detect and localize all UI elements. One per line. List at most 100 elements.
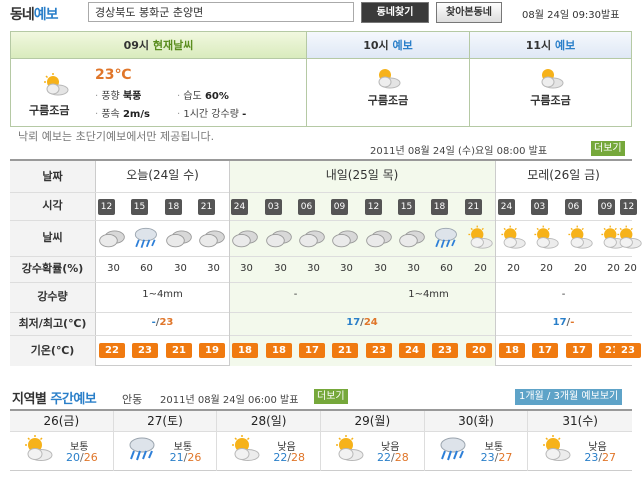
weekly-day: 28(일) 낮음 22/28 bbox=[217, 411, 321, 471]
weekly-more-button[interactable]: 더보기 bbox=[314, 389, 348, 404]
forecast-10h-condition: 구름조금 bbox=[367, 94, 409, 107]
partly-cloudy-icon bbox=[331, 435, 365, 463]
hour-badge: 09 bbox=[598, 199, 615, 215]
current-temperature: 23℃ bbox=[95, 67, 132, 83]
f10-label: 예보 bbox=[392, 39, 413, 52]
temperature-badge: 24 bbox=[399, 343, 425, 358]
precip-prob-cell: 30 bbox=[240, 263, 253, 274]
forecast-issued-time: 2011년 08월 24일 (수)요일 08:00 발표 bbox=[370, 146, 548, 157]
temperature-badge: 23 bbox=[366, 343, 392, 358]
temperature-badge: 21 bbox=[166, 343, 192, 358]
rain-icon bbox=[124, 435, 158, 463]
weekly-temps: 22/28 bbox=[377, 451, 409, 464]
temperature-badge: 18 bbox=[499, 343, 525, 358]
forecast-10h-header: 10시 예보 bbox=[307, 32, 469, 59]
precip-prob-cell: 30 bbox=[407, 263, 420, 274]
weekly-forecast: 26(금) 보통 20/26 27(토) 보통 21/26 28(일) 낮음 22/28 29(월… bbox=[10, 409, 632, 471]
weekly-min: 22 bbox=[377, 451, 391, 464]
temperature-badge: 20 bbox=[466, 343, 492, 358]
precip-prob-cell: 20 bbox=[574, 263, 587, 274]
location-input[interactable] bbox=[88, 2, 354, 22]
partly-cloudy-icon bbox=[497, 225, 530, 251]
temperature-badge: 21 bbox=[332, 343, 358, 358]
cloudy-icon bbox=[97, 225, 130, 251]
weekly-temps: 23/27 bbox=[584, 451, 617, 464]
temperature-badge: 19 bbox=[199, 343, 225, 358]
rain-icon bbox=[435, 435, 469, 463]
weekly-location[interactable]: 안동 bbox=[122, 391, 142, 407]
weekly-min: 20 bbox=[66, 451, 80, 464]
monthly-forecast-button[interactable]: 1개월 / 3개월 예보보기 bbox=[515, 389, 623, 405]
weekly-title-accent: 주간예보 bbox=[50, 392, 97, 407]
humidity-label: 습도 bbox=[183, 91, 202, 102]
cloudy-icon bbox=[330, 225, 363, 251]
partly-cloudy-icon bbox=[464, 225, 497, 251]
wind-speed: · 풍속 2m/s bbox=[95, 109, 150, 120]
partly-cloudy-icon bbox=[378, 69, 401, 89]
precip-amount-tomorrow-pm: 1~4mm bbox=[408, 289, 449, 300]
weekly-day-label: 30(화) bbox=[424, 411, 528, 432]
temperature-badge: 17 bbox=[566, 343, 592, 358]
precip-prob-cell: 60 bbox=[140, 263, 153, 274]
label-precip-prob: 강수확률(%) bbox=[10, 256, 96, 282]
partly-cloudy-icon bbox=[227, 435, 261, 463]
partly-cloudy-icon bbox=[564, 225, 597, 251]
hour-badge: 21 bbox=[198, 199, 215, 215]
weekly-max: 26 bbox=[187, 451, 202, 464]
temperature-badge: 23 bbox=[432, 343, 458, 358]
min-temp: 17 bbox=[552, 317, 567, 328]
weekly-day-label: 27(토) bbox=[113, 411, 217, 432]
temperature-badge: 23 bbox=[132, 343, 158, 358]
find-location-button[interactable]: 동네찾기 bbox=[361, 2, 429, 23]
forecast-11h-condition: 구름조금 bbox=[530, 94, 571, 107]
wind-direction: · 풍향 북풍 bbox=[95, 91, 142, 102]
humidity: · 습도 60% bbox=[177, 91, 229, 102]
current-label: 현재날씨 bbox=[152, 39, 194, 52]
hour-badge: 18 bbox=[165, 199, 182, 215]
weekly-title: 지역별 주간예보 bbox=[12, 388, 97, 407]
weekly-max: 26 bbox=[83, 451, 98, 464]
weekly-day: 26(금) 보통 20/26 bbox=[10, 411, 114, 471]
current-now-header: 09시 현재날씨 bbox=[11, 32, 306, 59]
brand-main: 동네 bbox=[10, 7, 35, 23]
hourly-rain-value: - bbox=[242, 109, 247, 120]
partly-cloudy-icon bbox=[44, 73, 69, 96]
viewed-locations-button[interactable]: 찾아본동네 bbox=[436, 2, 502, 23]
precip-amount-tomorrow-am: - bbox=[293, 289, 298, 300]
weekly-day: 31(수) 낮음 23/27 bbox=[528, 411, 632, 471]
temperature-badge: 22 bbox=[99, 343, 125, 358]
temperature-badge: 18 bbox=[266, 343, 292, 358]
precip-prob-cell: 30 bbox=[340, 263, 353, 274]
weekly-day-label: 28(일) bbox=[217, 411, 320, 432]
hour-badge: 06 bbox=[565, 199, 582, 215]
weekly-temps: 21/26 bbox=[169, 451, 202, 464]
precip-amount-day3: - bbox=[561, 289, 566, 300]
hour-badge: 03 bbox=[531, 199, 548, 215]
weekly-min: 22 bbox=[273, 451, 288, 464]
rain-icon bbox=[430, 225, 463, 251]
hour-badge: 21 bbox=[465, 199, 482, 215]
precip-prob-cell: 30 bbox=[174, 263, 187, 274]
label-weather: 날씨 bbox=[10, 220, 96, 256]
precip-prob-cell: 30 bbox=[274, 263, 287, 274]
minmax-day3: 17/- bbox=[552, 317, 575, 328]
f11-label: 예보 bbox=[555, 39, 576, 52]
precip-amount-today: 1~4mm bbox=[142, 289, 183, 300]
label-min-max: 최저/최고(℃) bbox=[10, 312, 96, 335]
more-button[interactable]: 더보기 bbox=[591, 141, 625, 156]
minmax-today: -/23 bbox=[151, 317, 174, 328]
label-precip-amount: 강수량 bbox=[10, 282, 96, 312]
max-temp: 23 bbox=[159, 317, 174, 328]
cloudy-icon bbox=[364, 225, 397, 251]
precip-prob-cell: 20 bbox=[507, 263, 520, 274]
cloudy-icon bbox=[197, 225, 230, 251]
weekly-issued-time: 2011년 08월 24일 06:00 발표 bbox=[160, 395, 299, 406]
label-temperature: 기온(℃) bbox=[10, 335, 96, 366]
weekly-max: 28 bbox=[394, 451, 409, 464]
weekly-day: 30(화) 보통 23/27 bbox=[424, 411, 529, 471]
cloudy-icon bbox=[264, 225, 297, 251]
current-hour: 09시 bbox=[123, 39, 150, 52]
hour-badge: 12 bbox=[620, 199, 637, 215]
weekly-day-label: 29(월) bbox=[321, 411, 424, 432]
current-now-column: 09시 현재날씨 구름조금 23℃ · 풍향 북풍 · 풍속 2m/s · 습도… bbox=[11, 32, 306, 126]
